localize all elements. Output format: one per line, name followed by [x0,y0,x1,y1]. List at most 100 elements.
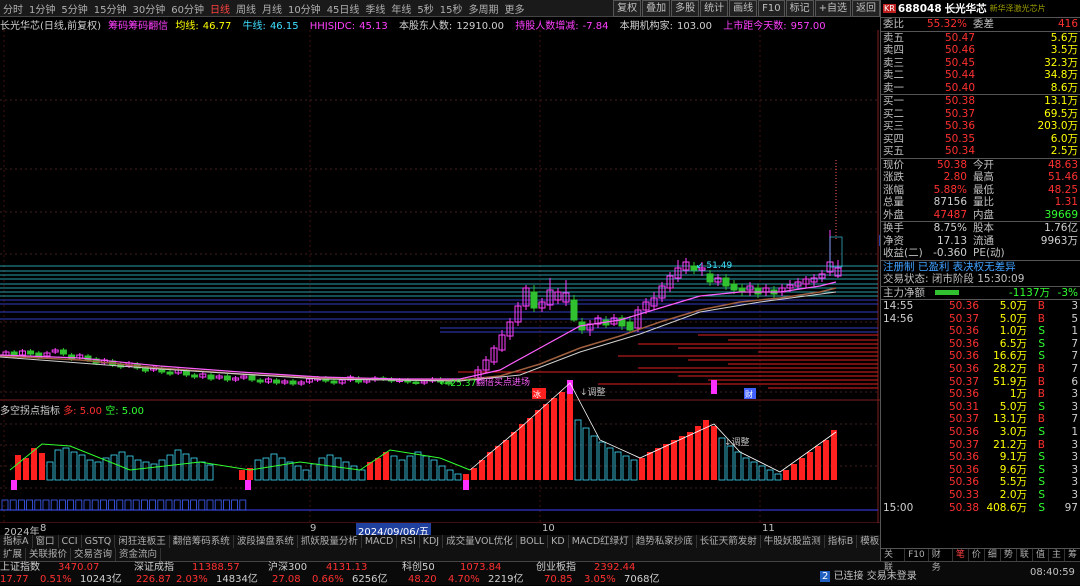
period-tab[interactable]: 45日线 [324,1,363,16]
quote-tab[interactable]: 筹 [1065,549,1080,561]
indicator-bar-long [239,470,245,480]
book-row[interactable]: 卖五 50.47 5.6万 [881,32,1080,45]
period-tab[interactable]: 5秒 [414,1,436,16]
indicator-tab[interactable]: 闲狂连板王 [115,535,170,548]
period-tab[interactable]: 多周期 [466,1,502,16]
book-row[interactable]: 卖二 50.44 34.8万 [881,69,1080,82]
book-level: 卖三 [883,56,904,69]
stat-value: 2.80 [943,171,967,183]
book-row[interactable]: 卖一 50.40 8.6万 [881,82,1080,95]
tool-button[interactable]: 复权 [613,0,642,17]
book-row[interactable]: 买四 50.35 6.0万 [881,133,1080,146]
indicator-tab[interactable]: 翻倍筹码系统 [170,535,234,548]
period-tab[interactable]: 分时 [0,1,26,16]
tool-button[interactable]: F10 [758,0,785,17]
book-row[interactable]: 买一 50.38 13.1万 [881,95,1080,108]
indicator-tab[interactable]: 波段操盘系统 [234,535,298,548]
candle [412,381,420,384]
period-tab[interactable]: 年线 [388,1,414,16]
indicator-bar-long [663,444,669,480]
tick-row: 50.36 9.1万 S 3 [881,451,1080,464]
quote-tab[interactable]: 值 [1033,549,1049,561]
period-tab[interactable]: 月线 [259,1,285,16]
quote-tab[interactable]: 联 [1017,549,1033,561]
indicator-tab[interactable]: BOLL [517,535,549,548]
tick-row: 50.36 9.6万 S 3 [881,464,1080,477]
quote-tab[interactable]: 细 [985,549,1001,561]
quote-tab[interactable]: 财务 [929,549,953,573]
holders-value: 12910.00 [456,21,505,30]
book-level: 买二 [883,107,904,120]
indicator-tab[interactable]: 成交量VOL优化 [443,535,517,548]
indicator-tab[interactable]: GSTQ [82,535,116,548]
indicator-tab[interactable]: 窗口 [33,535,59,548]
indicator-tab[interactable]: KDJ [420,535,444,548]
trade-status: 交易状态: 闭市阶段 15:30:09 [883,273,1025,285]
tick-volume: 5.0万 [999,300,1027,312]
book-row[interactable]: 买五 50.34 2.5万 [881,145,1080,158]
period-tab[interactable]: 5分钟 [58,1,90,16]
book-row[interactable]: 买三 50.36 203.0万 [881,120,1080,133]
indicator-box [34,499,42,511]
stat-row: 外盘 47487 内盘 39669 [881,209,1080,222]
indicator-tab[interactable]: 指标A [0,535,33,548]
tick-price: 50.37 [948,438,979,451]
kline-chart[interactable]: ↙ 51.49← 25.37翻倍买点进场冰财 8.006.004.002.00↓… [0,30,880,523]
quote-tab[interactable]: 关联 [881,549,906,573]
book-row[interactable]: 卖四 50.46 3.5万 [881,44,1080,57]
period-tab[interactable]: 15秒 [437,1,466,16]
period-tab[interactable]: 30分钟 [129,1,168,16]
period-tab[interactable]: 周线 [233,1,259,16]
quote-tab[interactable]: 笔 [953,549,969,561]
extension-tab[interactable]: 资金流向 [116,548,162,561]
quote-tab[interactable]: 势 [1001,549,1017,561]
indicator-tab[interactable]: CCI [59,535,82,548]
date-label: 11 [762,523,775,534]
period-tab[interactable]: 15分钟 [91,1,130,16]
indicator-tab[interactable]: 长征天箭发射 [697,535,761,548]
indicator-tab[interactable]: 趋势私家抄底 [633,535,697,548]
buy-book: 买一 50.38 13.1万 买二 50.37 69.5万 买三 50.36 203.0万 买四 5… [881,95,1080,158]
tool-button[interactable]: 画线 [729,0,758,17]
tick-side: B [1037,312,1045,325]
indicator-tab-right-item[interactable]: 指标B [825,535,858,548]
tool-button[interactable]: 叠加 [642,0,671,17]
quote-panel: KR 688048 长光华芯 新华泽激光芯片 委比 55.32% 委差 416 … [880,0,1080,573]
tool-button[interactable]: 统计 [700,0,729,17]
tool-button[interactable]: +自选 [814,0,851,17]
period-tab[interactable]: 日线 [207,1,233,16]
tick-list[interactable]: 14:55 50.36 5.0万 B 3 14:56 50.37 5.0万 B 5 50.36 1.0… [881,300,1080,514]
period-tab[interactable]: 60分钟 [168,1,207,16]
date-label: 8 [40,523,47,534]
extension-tab[interactable]: 关联报价 [26,548,72,561]
period-tab[interactable]: 季线 [362,1,388,16]
quote-tab[interactable]: 主 [1049,549,1065,561]
hhjs-label: HHJSJDC: [309,21,356,30]
extension-tab[interactable]: 扩展 [0,548,27,561]
period-tab[interactable]: 10分钟 [285,1,324,16]
book-level: 卖一 [883,81,904,94]
tool-button[interactable]: 返回 [852,0,880,17]
indicator-tab[interactable]: 抓妖股量分析 [298,535,362,548]
book-row[interactable]: 卖三 50.45 32.3万 [881,57,1080,70]
period-tab[interactable]: 更多 [502,1,528,16]
stat-value: 48.25 [1047,183,1078,196]
candle [182,370,190,376]
tool-button[interactable]: 标记 [785,0,814,17]
quote-tab[interactable]: 价 [969,549,985,561]
indicator-tab[interactable]: MACD红绿灯 [569,535,633,548]
period-tab[interactable]: 1分钟 [26,1,58,16]
indicator-tab[interactable]: RSI [397,535,420,548]
candle [248,375,256,381]
extension-tab[interactable]: 交易咨询 [71,548,117,561]
quote-tab[interactable]: F10 [905,549,929,561]
book-price: 50.40 [944,81,975,94]
indicator-tab[interactable]: MACD [362,535,398,548]
book-row[interactable]: 买二 50.37 69.5万 [881,108,1080,121]
tool-button[interactable]: 多股 [671,0,700,17]
indicator-tab[interactable]: KD [548,535,569,548]
holders-change-label: 持股人数增减: [515,21,579,30]
indicator-tab[interactable]: 牛股妖股监测 [761,535,825,548]
indicator-tab-right-item[interactable]: 模板 [857,535,880,548]
book-price: 50.38 [944,95,975,107]
